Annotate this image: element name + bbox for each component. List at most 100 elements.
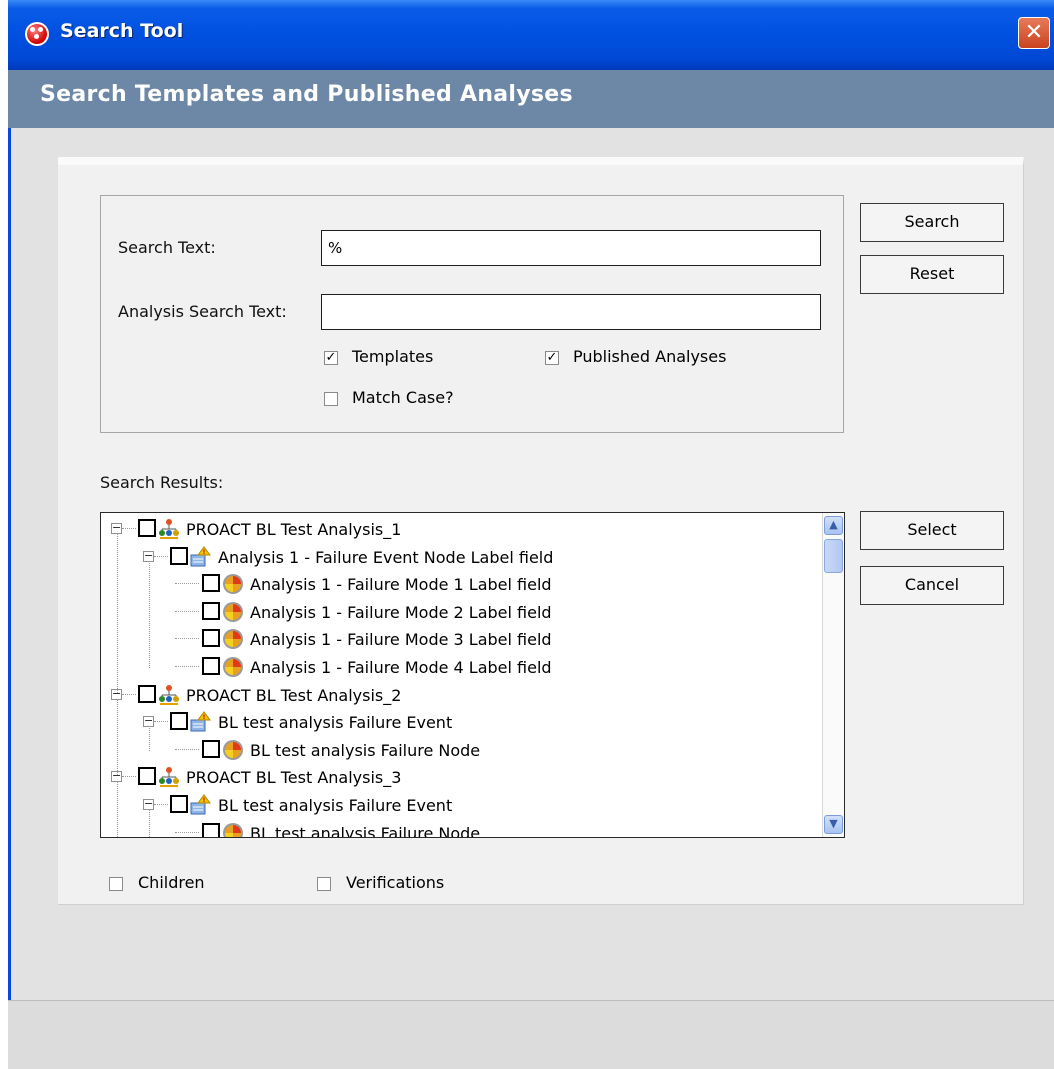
tree-node-label: Analysis 1 - Failure Mode 4 Label field (250, 658, 552, 677)
failure-event-icon: ! (190, 794, 212, 816)
templates-checkbox[interactable]: ✓ (324, 351, 338, 365)
published-analyses-checkbox[interactable]: ✓ (545, 351, 559, 365)
search-criteria-group: Search Text: Analysis Search Text: ✓ Tem… (100, 195, 844, 433)
tree-connector (175, 666, 199, 668)
tree-connector (122, 776, 136, 778)
tree-node-label: BL test analysis Failure Event (218, 796, 453, 815)
tree-node-label: BL test analysis Failure Node (250, 823, 481, 838)
title-bar[interactable]: Search Tool ✕ (8, 0, 1054, 70)
tree-connector (175, 831, 199, 834)
match-case-checkbox[interactable] (324, 392, 338, 406)
match-case-label: Match Case? (352, 388, 454, 407)
scroll-up-icon[interactable]: ▲ (824, 516, 843, 535)
tree-node[interactable]: − PROACT BL Test Analysis_2 (101, 682, 816, 710)
svg-text:!: ! (203, 797, 206, 804)
close-button[interactable]: ✕ (1018, 17, 1050, 49)
status-bar (8, 1000, 1054, 1069)
tree-connector (149, 726, 151, 751)
failure-mode-icon (222, 573, 244, 595)
analysis-search-text-input[interactable] (321, 294, 821, 330)
children-label: Children (138, 873, 205, 892)
tree-connector (154, 721, 168, 723)
tree-node-checkbox[interactable] (170, 712, 188, 731)
tree-node-label: BL test analysis Failure Event (218, 713, 453, 733)
tree-node-checkbox[interactable] (170, 546, 188, 565)
main-panel: Search Text: Analysis Search Text: ✓ Tem… (58, 157, 1024, 905)
window-title: Search Tool (60, 20, 184, 42)
search-results-tree[interactable]: ▲ ▼ − PROACT BL Test Analysis_1 −! Analysis… (100, 512, 845, 838)
tree-node-checkbox[interactable] (202, 601, 220, 620)
search-results-label: Search Results: (100, 473, 224, 492)
children-checkbox[interactable] (109, 877, 123, 891)
tree-node-checkbox[interactable] (138, 684, 156, 703)
failure-mode-icon (222, 822, 244, 837)
search-text-label: Search Text: (118, 238, 216, 257)
verifications-checkbox[interactable] (317, 877, 331, 891)
templates-label: Templates (352, 347, 434, 366)
tree-node-label: PROACT BL Test Analysis_1 (186, 520, 402, 539)
tree-node[interactable]: −! BL test analysis Failure Event (101, 709, 816, 737)
tree-node[interactable]: − PROACT BL Test Analysis_3 (101, 764, 816, 792)
tree-connector (149, 809, 151, 837)
tree-node-checkbox[interactable] (202, 739, 220, 758)
tree-connector (117, 781, 119, 837)
tree-node[interactable]: − PROACT BL Test Analysis_1 (101, 516, 816, 544)
tree-node[interactable]: Analysis 1 - Failure Mode 1 Label field (101, 571, 816, 599)
tree-node-checkbox[interactable] (202, 574, 220, 593)
scroll-thumb[interactable] (824, 539, 843, 573)
tree-node[interactable]: Analysis 1 - Failure Mode 2 Label field (101, 599, 816, 627)
tree-connector (175, 748, 199, 751)
tree-connector (154, 804, 168, 806)
tree-node-label: Analysis 1 - Failure Mode 3 Label field (250, 630, 552, 650)
reset-button[interactable]: Reset (860, 255, 1004, 294)
page-title: Search Templates and Published Analyses (40, 82, 573, 107)
failure-event-icon: ! (190, 545, 212, 568)
analysis-search-text-label: Analysis Search Text: (118, 302, 287, 321)
tree-node-checkbox[interactable] (170, 795, 188, 813)
svg-text:!: ! (203, 549, 206, 556)
tree-node[interactable]: −! BL test analysis Failure Event (101, 792, 816, 820)
tree-node[interactable]: −! Analysis 1 - Failure Event Node Label … (101, 544, 816, 572)
tree-connector (175, 638, 199, 640)
tree-node[interactable]: Analysis 1 - Failure Mode 4 Label field (101, 654, 816, 682)
published-analyses-label: Published Analyses (573, 347, 727, 366)
tree-node-checkbox[interactable] (202, 822, 220, 837)
app-icon (25, 22, 49, 46)
tree-node-checkbox[interactable] (138, 767, 156, 786)
results-scrollbar[interactable]: ▲ ▼ (822, 513, 844, 837)
tree-node-checkbox[interactable] (138, 519, 156, 537)
cancel-button[interactable]: Cancel (860, 566, 1004, 605)
tree-connector (122, 528, 136, 530)
tree-node-label: BL test analysis Failure Node (250, 740, 481, 760)
tree-node[interactable]: Analysis 1 - Failure Mode 3 Label field (101, 626, 816, 654)
scroll-down-icon[interactable]: ▼ (824, 815, 843, 834)
tree-connector (117, 533, 119, 693)
tree-connector (175, 610, 199, 613)
tree-connector (117, 699, 119, 775)
svg-text:!: ! (203, 714, 206, 721)
search-tool-window: Search Tool ✕ Search Templates and Publi… (8, 0, 1054, 1069)
collapse-icon[interactable]: − (143, 550, 154, 562)
tree-node-checkbox[interactable] (202, 629, 220, 648)
verifications-label: Verifications (346, 873, 445, 892)
tree-node-checkbox[interactable] (202, 657, 220, 675)
search-text-input[interactable] (321, 230, 821, 266)
tree-connector (175, 583, 199, 585)
analysis-tree-icon (158, 684, 180, 706)
failure-mode-icon (222, 628, 244, 650)
tree-node-label: Analysis 1 - Failure Mode 2 Label field (250, 602, 552, 622)
tree-node-label: Analysis 1 - Failure Event Node Label fi… (218, 547, 554, 567)
failure-mode-icon (222, 739, 244, 761)
failure-event-icon: ! (190, 711, 212, 733)
search-button[interactable]: Search (860, 203, 1004, 242)
analysis-tree-icon (158, 766, 180, 788)
analysis-tree-icon (158, 518, 180, 540)
tree-node[interactable]: BL test analysis Failure Node (101, 737, 816, 765)
failure-mode-icon (222, 656, 244, 678)
tree-node-label: PROACT BL Test Analysis_3 (186, 768, 402, 788)
tree-connector (122, 693, 136, 696)
tree-node[interactable]: BL test analysis Failure Node (101, 820, 816, 838)
failure-mode-icon (222, 601, 244, 623)
tree-connector (154, 555, 168, 558)
select-button[interactable]: Select (860, 511, 1004, 550)
